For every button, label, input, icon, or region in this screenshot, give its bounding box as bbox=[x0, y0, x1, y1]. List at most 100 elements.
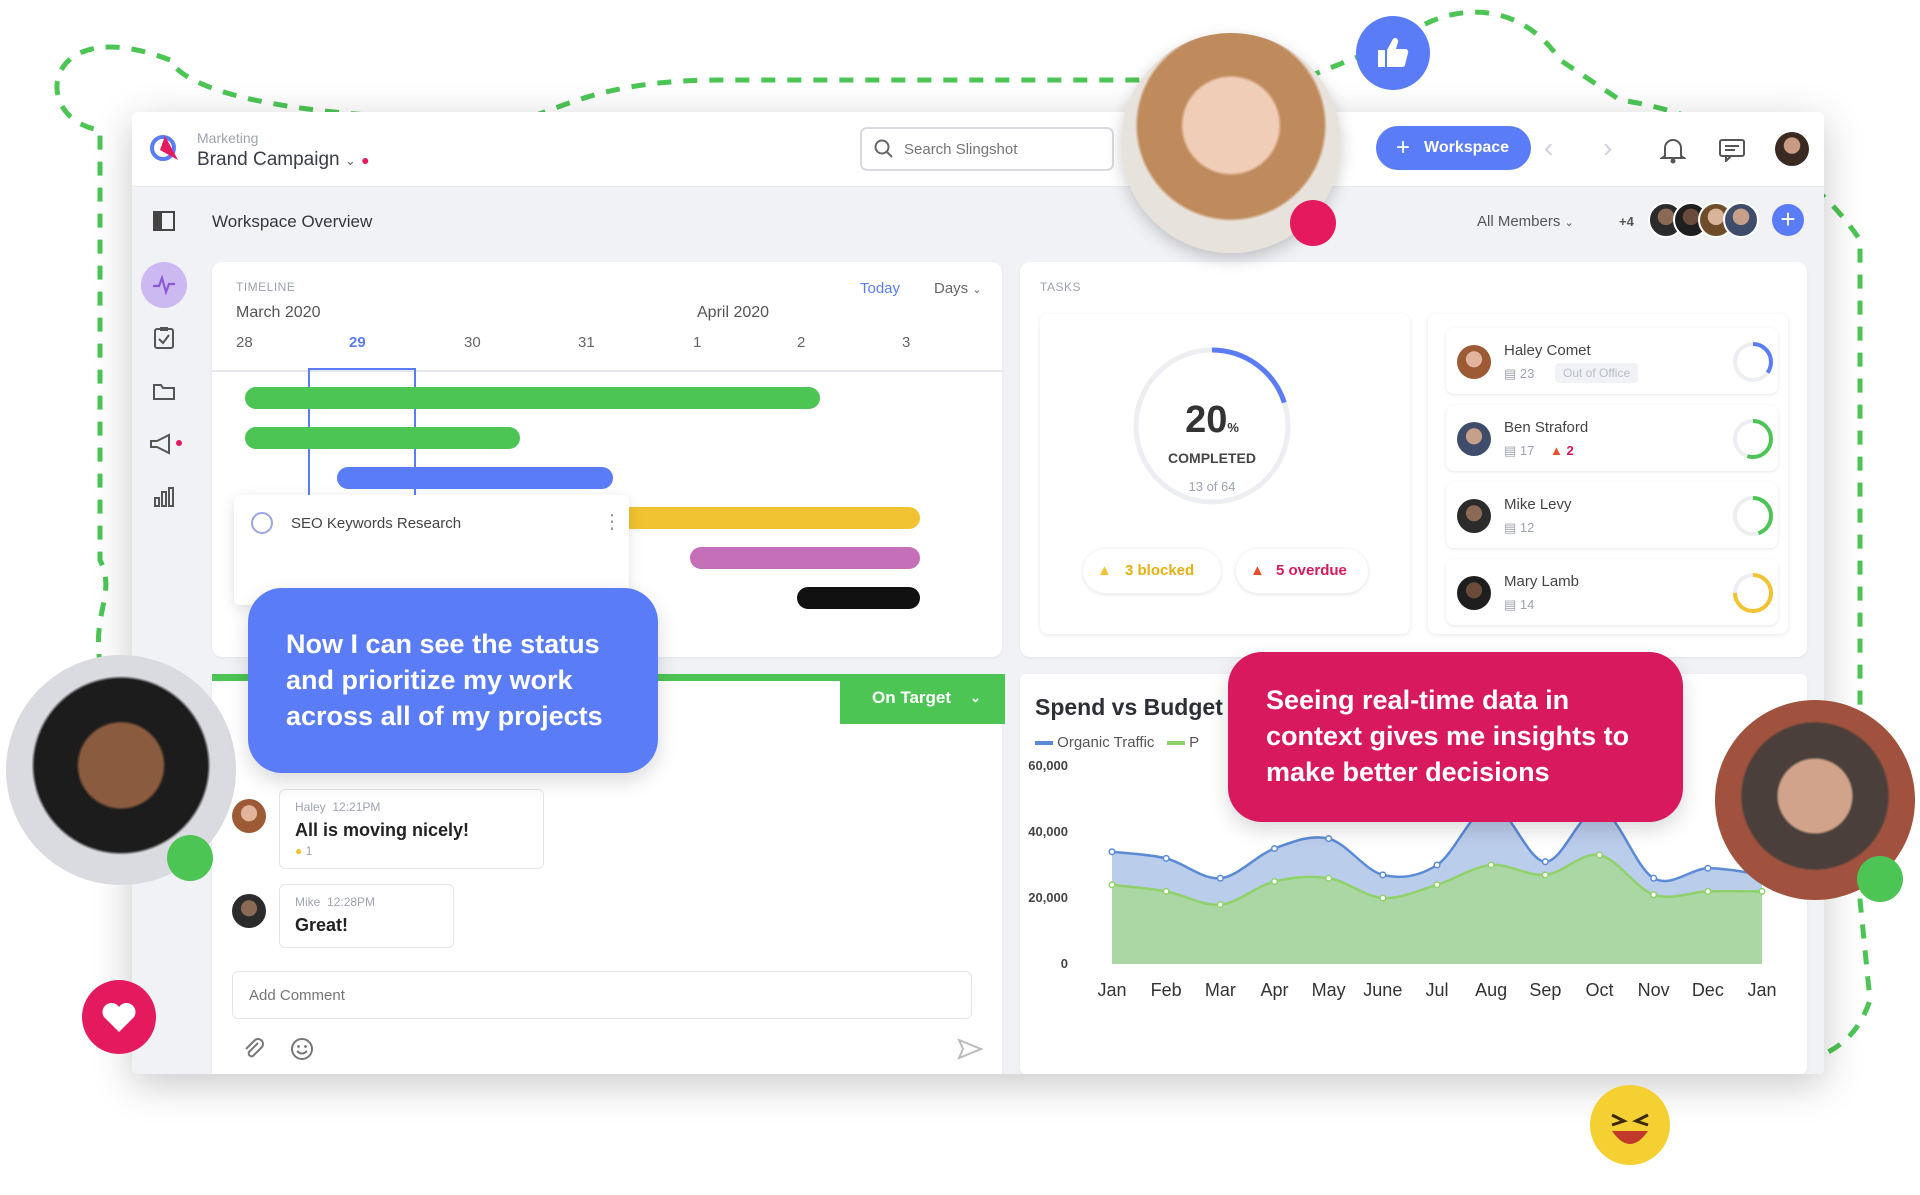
comment-time: 12:21PM bbox=[332, 800, 381, 814]
comment: Mike 12:28PM Great! bbox=[279, 884, 454, 948]
member-row[interactable]: Haley Comet ▤ 23 Out of Office bbox=[1446, 328, 1778, 394]
day-label-current: 29 bbox=[349, 334, 366, 351]
x-tick-label: Feb bbox=[1151, 980, 1182, 1000]
forward-arrow-icon[interactable]: › bbox=[1603, 132, 1612, 164]
data-point[interactable] bbox=[1325, 835, 1333, 843]
x-tick-label: June bbox=[1363, 980, 1402, 1000]
data-point[interactable] bbox=[1758, 887, 1766, 895]
data-point[interactable] bbox=[1162, 854, 1170, 862]
attachment-icon[interactable] bbox=[242, 1037, 266, 1061]
task-checkbox[interactable] bbox=[251, 512, 273, 534]
x-tick-label: May bbox=[1312, 980, 1346, 1000]
data-point[interactable] bbox=[1325, 874, 1333, 882]
project-switcher[interactable]: Brand Campaign ⌄ ● bbox=[197, 149, 370, 171]
y-tick-label: 20,000 bbox=[1028, 890, 1068, 905]
timeline-bar[interactable] bbox=[690, 547, 920, 569]
data-point[interactable] bbox=[1216, 874, 1224, 882]
out-of-office-badge: Out of Office bbox=[1555, 363, 1639, 383]
send-icon[interactable] bbox=[957, 1037, 983, 1061]
timeline-bar[interactable] bbox=[245, 387, 820, 409]
data-point[interactable] bbox=[1541, 871, 1549, 879]
legend-swatch bbox=[1166, 741, 1185, 746]
data-point[interactable] bbox=[1216, 901, 1224, 909]
x-tick-label: Jan bbox=[1097, 980, 1126, 1000]
member-progress-ring bbox=[1733, 419, 1773, 459]
status-dot bbox=[167, 835, 213, 881]
bubble-text: Now I can see the status and prioritize … bbox=[286, 629, 603, 731]
data-point[interactable] bbox=[1595, 851, 1604, 859]
data-point[interactable] bbox=[1379, 894, 1387, 902]
user-avatar[interactable] bbox=[1775, 132, 1809, 166]
y-tick-label: 40,000 bbox=[1028, 824, 1068, 839]
day-label: 31 bbox=[578, 334, 595, 351]
data-point[interactable] bbox=[1162, 887, 1170, 895]
member-task-count: ▤ 12 bbox=[1504, 520, 1534, 536]
completed-label: COMPLETED bbox=[1168, 450, 1256, 466]
timeline-bar[interactable] bbox=[612, 507, 920, 529]
chat-icon[interactable] bbox=[1718, 138, 1746, 162]
timeline-bar[interactable] bbox=[337, 467, 613, 489]
emoji-icon[interactable] bbox=[290, 1037, 314, 1061]
member-row[interactable]: Mary Lamb ▤ 14 bbox=[1446, 559, 1778, 625]
member-progress-ring bbox=[1733, 496, 1773, 536]
blocked-chip[interactable]: ▲ 3 blocked bbox=[1083, 549, 1221, 593]
heart-badge bbox=[82, 980, 156, 1054]
data-point[interactable] bbox=[1270, 844, 1279, 853]
overdue-chip[interactable]: ▲ 5 overdue bbox=[1236, 549, 1368, 593]
member-avatar bbox=[1457, 576, 1491, 610]
member-avatar[interactable] bbox=[1723, 202, 1759, 238]
comment-reaction[interactable]: ● 1 bbox=[295, 844, 312, 858]
megaphone-icon[interactable] bbox=[149, 433, 183, 455]
search-box[interactable] bbox=[860, 127, 1114, 171]
member-row[interactable]: Mike Levy ▤ 12 bbox=[1446, 482, 1778, 548]
heart-icon bbox=[102, 1002, 136, 1032]
comment-avatar bbox=[232, 894, 266, 928]
data-point[interactable] bbox=[1270, 877, 1279, 886]
data-point[interactable] bbox=[1379, 871, 1387, 879]
more-options-icon[interactable]: ⋮ bbox=[602, 509, 622, 534]
member-name: Mike Levy bbox=[1504, 496, 1572, 513]
fire-icon: ▲ bbox=[1550, 443, 1563, 458]
timeline-label: TIMELINE bbox=[236, 280, 296, 294]
add-member-button[interactable]: + bbox=[1772, 204, 1804, 236]
data-point[interactable] bbox=[1108, 881, 1116, 889]
fire-icon: ▲ bbox=[1250, 562, 1265, 579]
members-filter[interactable]: All Members ⌄ bbox=[1477, 213, 1574, 230]
data-point[interactable] bbox=[1487, 861, 1495, 869]
sidebar-item-activity[interactable] bbox=[141, 262, 187, 308]
activity-icon bbox=[153, 274, 175, 296]
back-arrow-icon[interactable]: ‹ bbox=[1544, 132, 1553, 164]
member-progress-ring bbox=[1733, 342, 1773, 382]
sidebar-toggle-icon[interactable] bbox=[152, 210, 176, 232]
timeline-bar[interactable] bbox=[797, 587, 920, 609]
member-row[interactable]: Ben Straford ▤ 17 ▲ 2 bbox=[1446, 405, 1778, 471]
day-label: 2 bbox=[797, 334, 806, 351]
data-point[interactable] bbox=[1704, 887, 1712, 895]
data-point[interactable] bbox=[1704, 864, 1712, 872]
data-point[interactable] bbox=[1541, 858, 1549, 866]
chevron-down-icon: ⌄ bbox=[344, 153, 356, 168]
comment-author: Mike bbox=[295, 895, 321, 909]
folder-icon[interactable] bbox=[152, 381, 176, 401]
search-input[interactable] bbox=[902, 137, 1106, 161]
reports-icon[interactable] bbox=[153, 486, 175, 508]
member-overdue-count: ▲ 2 bbox=[1550, 443, 1574, 458]
bell-icon[interactable] bbox=[1660, 136, 1686, 164]
data-point[interactable] bbox=[1433, 881, 1441, 889]
today-button[interactable]: Today bbox=[860, 280, 900, 297]
workspace-button[interactable]: + Workspace bbox=[1376, 126, 1531, 170]
data-point[interactable] bbox=[1650, 874, 1658, 882]
search-icon bbox=[874, 139, 893, 158]
comment-input[interactable] bbox=[232, 971, 972, 1019]
data-point[interactable] bbox=[1433, 861, 1441, 869]
status-label: On Target bbox=[872, 688, 952, 707]
status-dropdown[interactable]: On Target ⌄ bbox=[840, 674, 1005, 724]
chevron-down-icon: ⌄ bbox=[970, 690, 981, 705]
view-select[interactable]: Days ⌄ bbox=[934, 280, 982, 297]
member-avatar bbox=[1457, 345, 1491, 379]
testimonial-bubble-left: Now I can see the status and prioritize … bbox=[248, 588, 658, 773]
tasks-icon[interactable] bbox=[153, 326, 175, 350]
timeline-bar[interactable] bbox=[245, 427, 520, 449]
data-point[interactable] bbox=[1650, 891, 1658, 899]
data-point[interactable] bbox=[1108, 848, 1116, 856]
